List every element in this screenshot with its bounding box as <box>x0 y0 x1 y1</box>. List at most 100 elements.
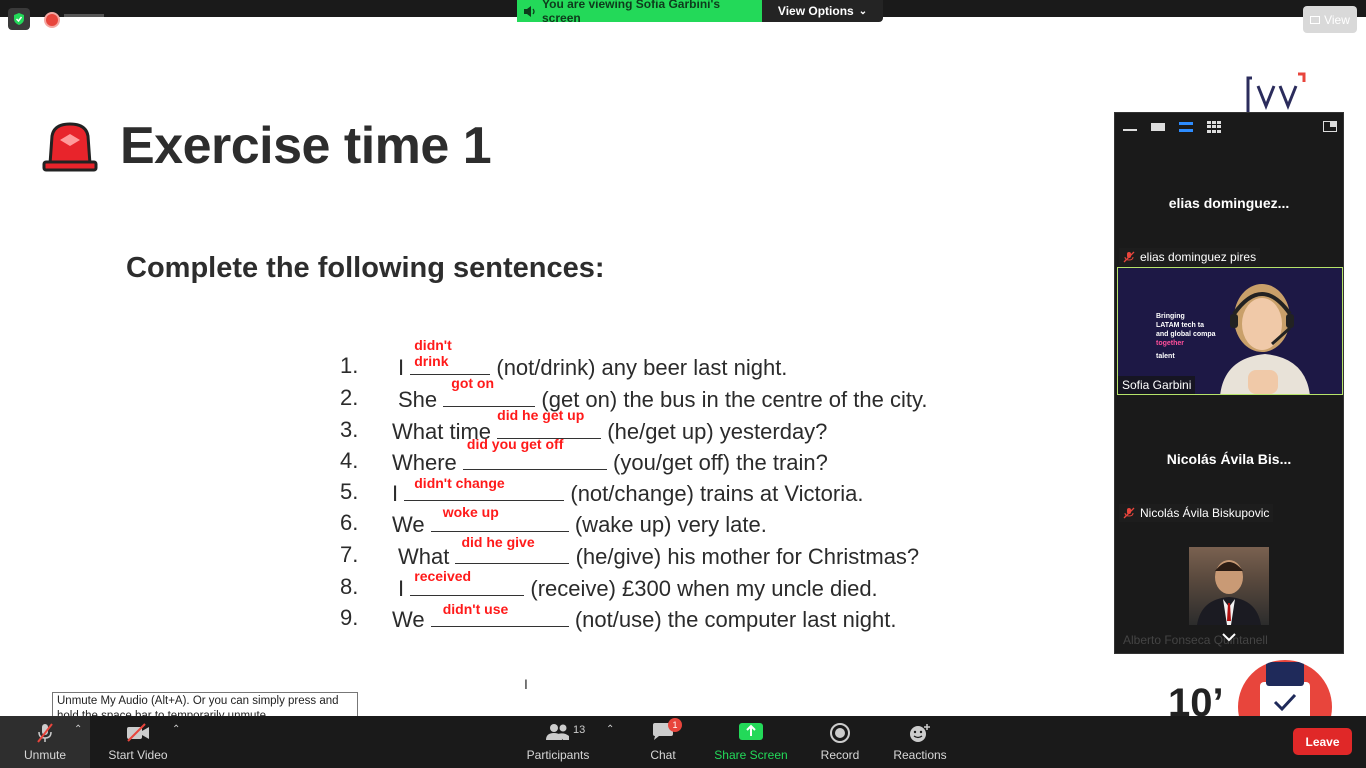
exercise-sentence: I received (receive) £300 when my uncle … <box>398 568 878 602</box>
share-screen-icon <box>739 723 763 740</box>
sentence-start: We <box>392 607 425 632</box>
video-participant-label: Sofia Garbini <box>1118 376 1196 394</box>
video-options-caret-icon[interactable]: ⌃ <box>172 724 180 735</box>
sentence-end: (not/use) the computer last night. <box>574 607 897 632</box>
meeting-controls-toolbar: Unmute ⌃ Start Video ⌃ Participants 13 ⌃… <box>0 716 1366 768</box>
exercise-number: 1. <box>340 353 359 378</box>
participant-label: Nicolás Ávila Biskupovic <box>1119 504 1274 522</box>
active-speaker-video[interactable]: Bringing LATAM tech ta and global compa … <box>1117 267 1343 395</box>
sentence-start: I <box>398 576 405 601</box>
handwritten-answer: did he get up <box>497 407 585 423</box>
chevron-down-icon[interactable] <box>1221 631 1237 643</box>
exercise-sentence: We didn't use (not/use) the computer las… <box>392 601 897 633</box>
sentence-start: What <box>398 544 450 569</box>
sentence-end: (wake up) very late. <box>574 512 767 537</box>
participants-options-caret-icon[interactable]: ⌃ <box>606 724 614 735</box>
hide-videos-icon[interactable] <box>1151 123 1165 131</box>
answer-blank: received <box>410 568 525 596</box>
exercise-sentence: What did he give (he/give) his mother fo… <box>398 534 920 570</box>
record-button[interactable]: Record <box>812 716 868 768</box>
exercise-number: 3. <box>340 417 359 442</box>
answer-blank: didn't drink <box>410 337 491 375</box>
siren-icon <box>42 122 98 172</box>
encryption-shield-icon[interactable] <box>8 8 30 30</box>
zoom-window: Exercise time 1 Complete the following s… <box>0 0 1366 768</box>
unmute-label: Unmute <box>23 748 67 762</box>
gallery-view-icon[interactable] <box>1207 121 1221 133</box>
exercise-sentence: We woke up (wake up) very late. <box>392 504 767 538</box>
answer-blank: got on <box>443 375 536 407</box>
muted-mic-icon <box>1123 507 1135 519</box>
muted-mic-icon <box>1123 251 1135 263</box>
participants-label: Participants <box>526 748 590 762</box>
reactions-label: Reactions <box>893 748 947 762</box>
handwritten-answer: woke up <box>442 504 499 520</box>
participant-tile-name: Nicolás Ávila Bis... <box>1166 451 1292 467</box>
audio-options-caret-icon[interactable]: ⌃ <box>74 724 82 735</box>
share-screen-button[interactable]: Share Screen <box>710 716 792 768</box>
sentence-end: (you/get off) the train? <box>613 450 828 475</box>
handwritten-answer: didn't change <box>414 475 505 491</box>
handwritten-answer: got on <box>451 375 495 391</box>
exercise-number: 2. <box>340 385 359 410</box>
exercise-number: 7. <box>340 542 359 567</box>
pop-out-icon[interactable] <box>1323 121 1337 132</box>
video-background-text: Bringing LATAM tech ta and global compa … <box>1156 313 1216 360</box>
exercise-number: 8. <box>340 574 359 599</box>
handwritten-answer: didn't drink <box>414 337 452 369</box>
company-logo-icon <box>1246 72 1306 112</box>
muted-mic-icon <box>37 723 53 743</box>
start-video-button[interactable]: Start Video <box>100 716 176 768</box>
grid-view-icon <box>1310 15 1321 24</box>
leave-button[interactable]: Leave <box>1293 728 1352 755</box>
exercise-sentence: She got on (get on) the bus in the centr… <box>398 375 928 413</box>
participant-video-person <box>1220 284 1310 394</box>
reactions-button[interactable]: Reactions <box>886 716 954 768</box>
speaker-view-icon[interactable] <box>1179 122 1193 132</box>
answer-blank: did you get off <box>462 436 607 470</box>
handwritten-answer: did you get off <box>466 436 564 452</box>
recording-label <box>64 14 104 17</box>
minimize-icon[interactable] <box>1123 129 1137 131</box>
sentence-end: (receive) £300 when my uncle died. <box>530 576 878 601</box>
share-screen-label: Share Screen <box>714 748 788 762</box>
viewing-screen-banner: You are viewing Sofia Garbini's screen <box>517 0 762 25</box>
speaker-icon <box>524 5 535 17</box>
text-cursor-icon: Ι <box>524 676 528 692</box>
start-video-label: Start Video <box>108 748 168 762</box>
record-icon <box>830 723 850 743</box>
sentence-start: She <box>398 387 438 412</box>
exercise-number: 9. <box>340 605 359 630</box>
answer-blank: didn't change <box>404 475 565 501</box>
sentence-start: Where <box>392 450 457 475</box>
view-options-label: View Options <box>777 4 854 18</box>
sentence-start: I <box>392 481 399 506</box>
answer-blank: did he give <box>455 534 570 564</box>
answer-blank: didn't use <box>430 601 569 627</box>
view-button-label: View <box>1324 12 1350 27</box>
view-options-button[interactable]: View Options ⌄ <box>762 0 883 22</box>
handwritten-answer: did he give <box>461 534 535 550</box>
exercise-number: 4. <box>340 448 359 473</box>
participants-icon <box>546 724 569 740</box>
participant-tile-name: elias dominguez... <box>1168 195 1290 211</box>
participant-label-text: elias dominguez pires <box>1140 250 1257 264</box>
sentence-end: (he/give) his mother for Christmas? <box>575 544 920 569</box>
participants-video-panel: elias dominguez... elias dominguez pires… <box>1114 112 1344 654</box>
participants-count: 13 <box>573 724 586 736</box>
panel-toolbar <box>1115 113 1343 141</box>
reactions-smiley-icon <box>910 724 930 742</box>
handwritten-answer: didn't use <box>442 601 509 617</box>
sentence-end: (not/drink) any beer last night. <box>496 355 788 380</box>
sentence-end: (not/change) trains at Victoria. <box>570 481 864 506</box>
participant-faded-name: Alberto Fonseca Quintanell <box>1123 633 1268 647</box>
exercise-sentence: Where did you get off (you/get off) the … <box>392 436 828 476</box>
view-button[interactable]: View <box>1303 6 1357 33</box>
chat-unread-badge: 1 <box>668 718 682 732</box>
viewing-banner-text: You are viewing Sofia Garbini's screen <box>542 0 721 25</box>
exercise-number: 6. <box>340 510 359 535</box>
record-label: Record <box>820 748 860 762</box>
sentence-start: We <box>392 512 425 537</box>
exercise-number: 5. <box>340 479 359 504</box>
sentence-end: (get on) the bus in the centre of the ci… <box>541 387 928 412</box>
